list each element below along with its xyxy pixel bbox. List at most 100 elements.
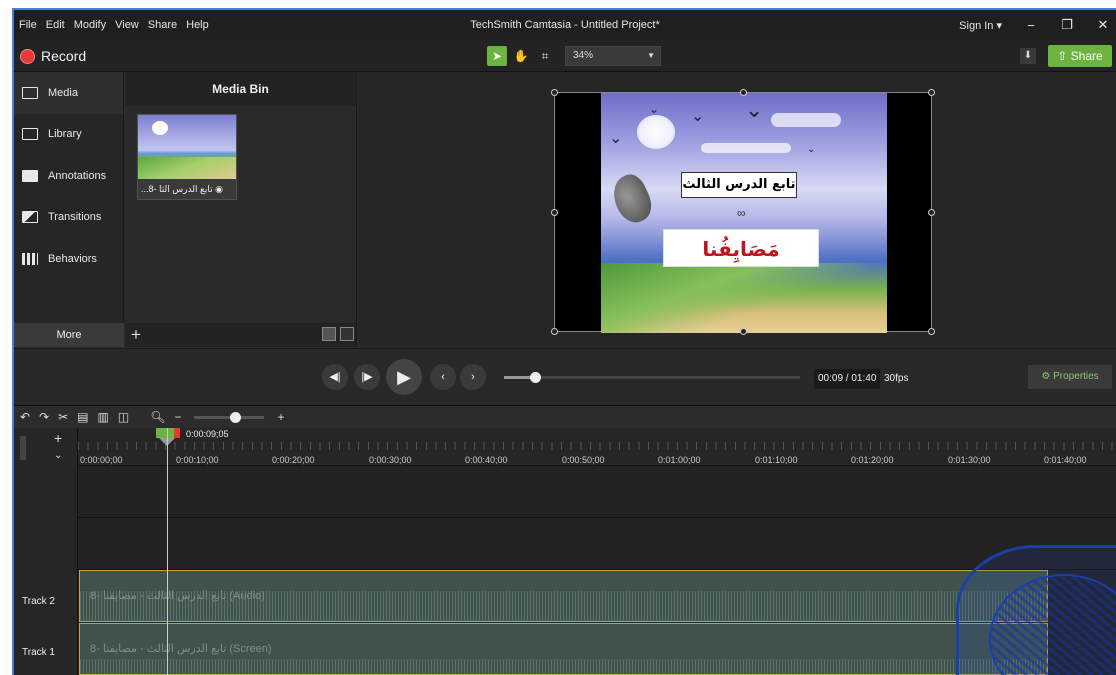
media-thumbnail [138,115,236,179]
ruler-tick: 0:01:20;00 [851,455,894,465]
download-icon[interactable]: ⬇ [1020,48,1036,64]
minimize-icon[interactable]: − [1024,18,1038,33]
zoom-out-icon[interactable]: − [174,410,181,424]
scrub-bar[interactable] [504,372,800,383]
play-icon[interactable]: ▶ [386,359,422,395]
resize-handle[interactable] [928,89,935,96]
zoom-dropdown[interactable]: 34% ▼ [565,46,661,66]
close-icon[interactable]: ✕ [1096,17,1110,33]
resize-handle[interactable] [551,209,558,216]
clip-title: 8- تابع الدرس الثالث - مصايفنا (Screen) [90,643,272,655]
track-height-slider[interactable] [20,436,26,460]
properties-button[interactable]: ⚙ Properties [1028,365,1112,389]
scrub-handle[interactable] [530,372,541,383]
media-item[interactable]: ...تابع الدرس الثا -8 ◉ [137,114,237,200]
timeline-zoom-slider[interactable] [194,411,265,423]
resize-handle[interactable] [740,328,747,335]
sidebar-item-label: Transitions [48,211,102,224]
chevron-down-icon[interactable]: ⌄ [54,450,62,461]
sign-in-button[interactable]: Sign In ▾ [959,19,1002,32]
canvas-tools: ➤ ✋ ⌗ 34% ▼ [487,46,661,66]
tools-sidebar: Media Library Annotations Transitions Be… [14,72,124,347]
media-bin-footer: + [125,323,356,347]
playhead-line[interactable] [167,428,168,675]
scene-image: ⌄ ⌄ ⌄ ⌄ ⌄ تابع الدرس الثالث ∞ مَصَايِفُن… [601,93,887,333]
menu-view[interactable]: View [115,19,139,31]
sidebar-item-label: Behaviors [48,252,97,265]
ruler-tick: 0:01:00;00 [658,455,701,465]
sidebar-item-label: Annotations [48,169,107,182]
sidebar-item-transitions[interactable]: Transitions [14,197,123,239]
bird-icon: ⌄ [745,97,764,122]
sidebar-item-annotations[interactable]: Annotations [14,155,123,197]
hand-tool-icon[interactable]: ✋ [511,46,531,66]
bird-icon: ⌄ [609,130,623,147]
cloud-shape [701,143,791,153]
list-view-icon[interactable] [340,327,354,341]
ruler-tick: 0:01:10;00 [755,455,798,465]
grid-view-icon[interactable] [322,327,336,341]
record-icon [20,48,35,64]
resize-handle[interactable] [551,89,558,96]
sidebar-item-media[interactable]: Media [14,72,123,114]
resize-handle[interactable] [740,89,747,96]
zoom-in-icon[interactable]: + [277,410,284,424]
menu-modify[interactable]: Modify [74,19,106,31]
audio-clip[interactable]: 8- تابع الدرس الثالث - مصايفنا (Audio) [79,570,1048,622]
step-forward-icon[interactable]: |▶ [354,364,380,390]
stamp-seal [956,545,1116,675]
empty-track-row [78,518,1116,570]
main-toolbar: Record ➤ ✋ ⌗ 34% ▼ ⬇ ⇧ Share [14,40,1116,72]
cut-icon[interactable]: ✂ [58,410,68,424]
ruler-tick: 0:00:00;00 [80,455,123,465]
sun-shape [637,115,675,149]
add-track-icon[interactable]: + [54,430,62,446]
media-item-label: ...تابع الدرس الثا -8 ◉ [141,184,223,194]
restore-icon[interactable]: ❐ [1060,17,1074,33]
copy-icon[interactable]: ▤ [77,410,88,424]
next-icon[interactable]: › [460,364,486,390]
timeline-toolbar: ↶ ↷ ✂ ▤ ▥ ◫ 🔍︎ − + [14,406,1116,428]
video-frame[interactable]: ⌄ ⌄ ⌄ ⌄ ⌄ تابع الدرس الثالث ∞ مَصَايِفُن… [551,89,935,335]
sidebar-item-behaviors[interactable]: Behaviors [14,238,123,280]
resize-handle[interactable] [928,328,935,335]
playback-controls: ◀| |▶ ▶ ‹ › 00:09 / 01:40 30fps ⚙ Proper… [14,348,1116,406]
menu-help[interactable]: Help [186,19,209,31]
zoom-icon[interactable]: 🔍︎ [150,410,165,424]
ruler-tick: 0:01:30;00 [948,455,991,465]
title-bar: File Edit Modify View Share Help TechSmi… [14,10,1116,40]
split-icon[interactable]: ◫ [118,410,129,424]
resize-handle[interactable] [551,328,558,335]
zoom-slider-handle[interactable] [230,411,242,423]
previous-icon[interactable]: ‹ [430,364,456,390]
infinity-symbol: ∞ [737,206,746,220]
more-button[interactable]: More [14,323,124,347]
resize-handle[interactable] [928,209,935,216]
undo-icon[interactable]: ↶ [20,410,30,424]
window-controls: Sign In ▾ − ❐ ✕ [959,10,1116,40]
lesson-title-text[interactable]: تابع الدرس الثالث [681,172,797,198]
menu-bar: File Edit Modify View Share Help [14,19,209,31]
speech-bubble-icon [22,169,38,182]
lesson-name-text[interactable]: مَصَايِفُنا [663,229,819,267]
ruler-tick: 0:00:20;00 [272,455,315,465]
audio-waveform [80,659,1047,674]
paste-icon[interactable]: ▥ [98,410,109,424]
share-button[interactable]: ⇧ Share [1048,45,1112,67]
step-back-icon[interactable]: ◀| [322,364,348,390]
playhead-out-marker[interactable] [174,428,180,438]
add-media-icon[interactable]: + [131,325,141,345]
menu-share[interactable]: Share [148,19,177,31]
redo-icon[interactable]: ↷ [39,410,49,424]
properties-label: Properties [1053,371,1099,382]
sidebar-item-library[interactable]: Library [14,114,123,156]
timeline: + ⌄ 0:00:00;00 0:00:10;00 0:00:20;00 0:0… [14,428,1116,675]
time-ruler[interactable]: 0:00:00;00 0:00:10;00 0:00:20;00 0:00:30… [78,428,1116,466]
menu-edit[interactable]: Edit [46,19,65,31]
arrow-tool-icon[interactable]: ➤ [487,46,507,66]
books-icon [22,128,38,141]
screen-clip[interactable]: 8- تابع الدرس الثالث - مصايفنا (Screen) [79,623,1048,675]
crop-tool-icon[interactable]: ⌗ [535,46,555,66]
record-button[interactable]: Record [20,48,86,64]
menu-file[interactable]: File [19,19,37,31]
